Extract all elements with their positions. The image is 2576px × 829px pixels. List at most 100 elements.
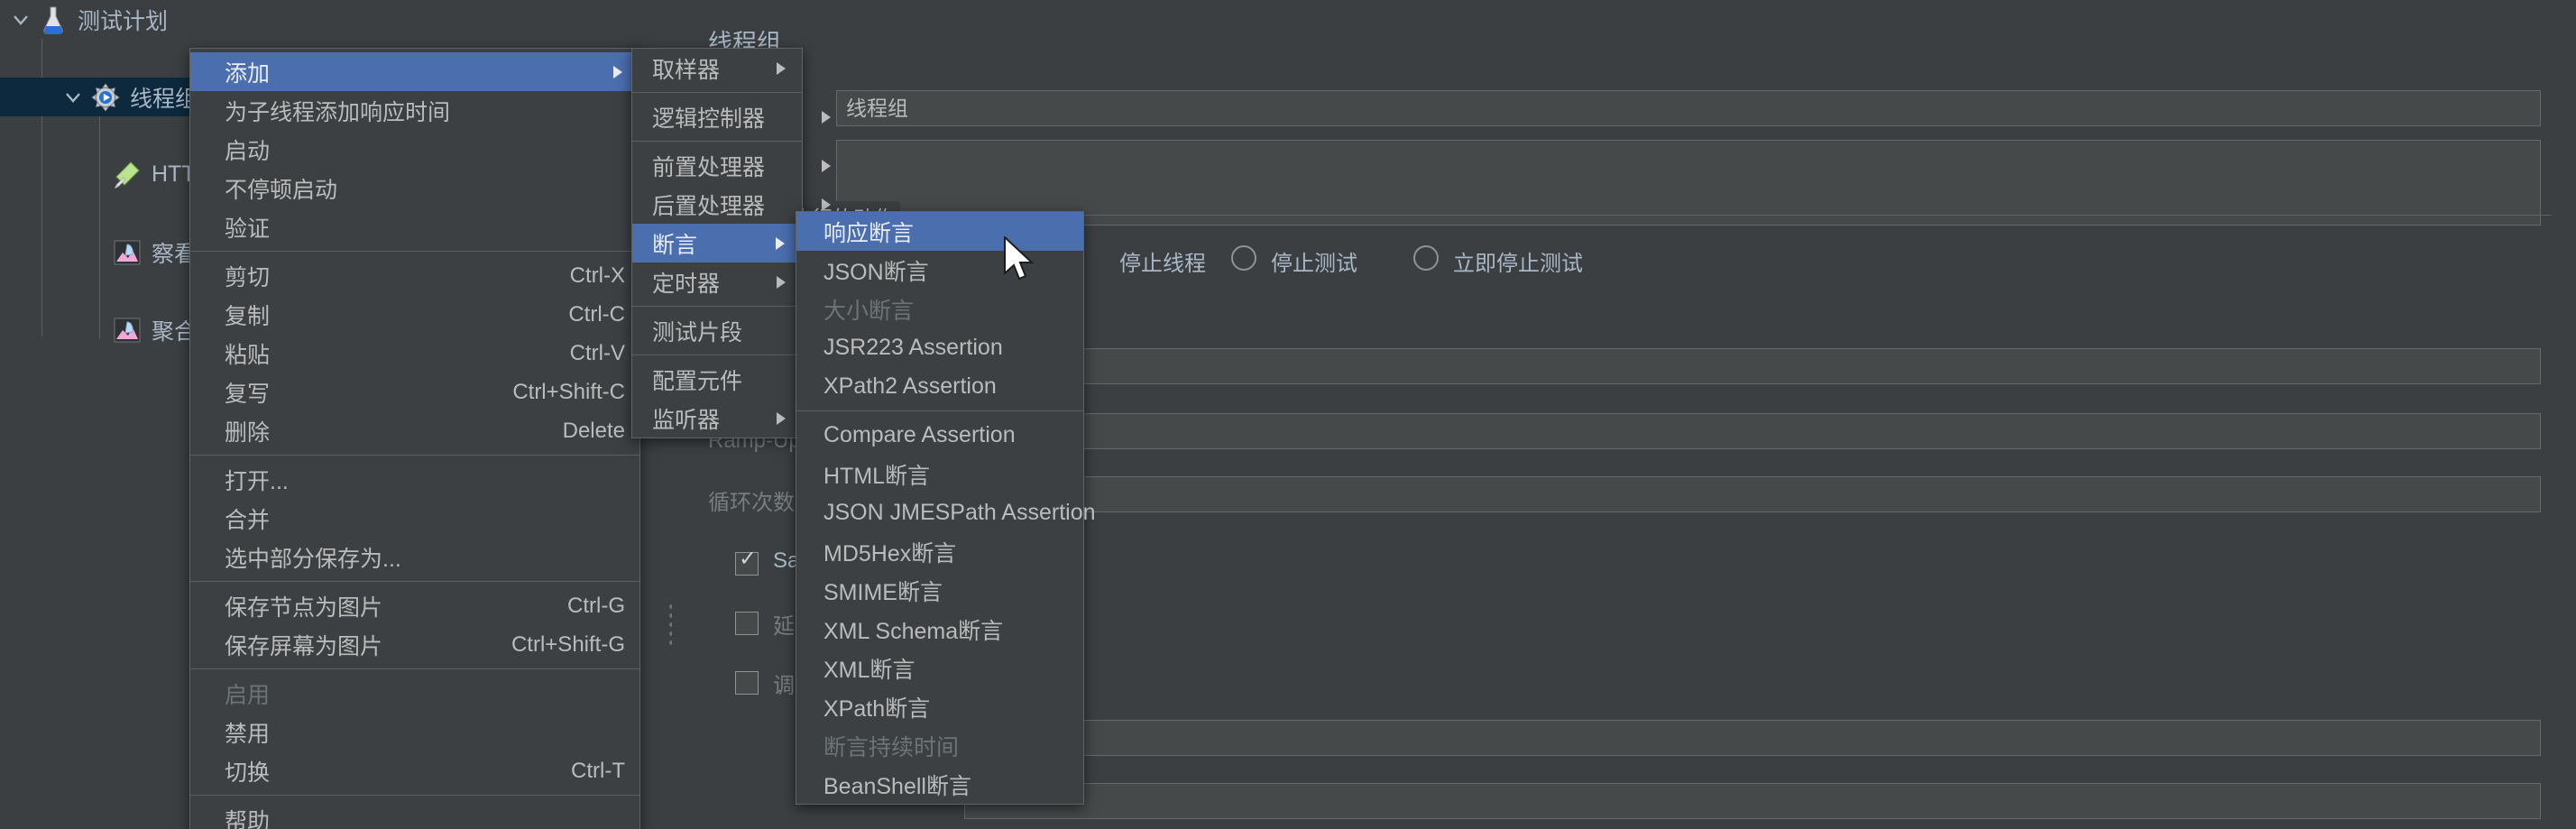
thread-count-input[interactable] <box>964 348 2541 384</box>
tree-node-test-plan[interactable]: 测试计划 <box>0 0 670 39</box>
submenu-item-listener[interactable]: 监听器 <box>632 399 802 438</box>
http-sampler-icon <box>110 158 144 192</box>
thread-group-icon <box>88 80 123 115</box>
checkbox-delay-thread-creation[interactable] <box>735 612 759 635</box>
assertion-item-xpath2-assertion[interactable]: XPath2 Assertion <box>796 367 1083 406</box>
assertion-item-xml-assertion[interactable]: XML断言 <box>796 649 1083 687</box>
menu-item-paste[interactable]: 粘贴 Ctrl-V <box>190 334 639 373</box>
assertion-item-json-jmespath-assertion[interactable]: JSON JMESPath Assertion <box>796 493 1096 532</box>
menu-separator <box>632 92 802 93</box>
assertion-item-compare-assertion[interactable]: Compare Assertion <box>796 416 1083 455</box>
chevron-right-icon <box>819 158 833 174</box>
assertion-item-beanshell-assertion[interactable]: BeanShell断言 <box>796 765 1083 804</box>
menu-separator <box>190 455 639 456</box>
chevron-right-icon <box>819 197 833 213</box>
assertion-item-md5hex-assertion[interactable]: MD5Hex断言 <box>796 532 1083 571</box>
radio-label-stop-thread[interactable]: 停止线程 <box>1119 245 1206 277</box>
app-window: 测试计划 线程组 HTTP 察看 聚合 线程组 线程组 停止线程 停止测试 立即… <box>0 0 2576 829</box>
menu-accel: Ctrl+Shift-G <box>511 631 625 657</box>
chevron-down-icon[interactable] <box>58 78 88 116</box>
menu-separator <box>190 668 639 669</box>
chevron-down-icon[interactable] <box>5 0 36 39</box>
submenu-item-assertion[interactable]: 断言 <box>632 224 802 263</box>
name-input[interactable]: 线程组 <box>836 90 2541 126</box>
menu-item-start[interactable]: 启动 <box>190 130 639 169</box>
submenu-item-test-fragment[interactable]: 测试片段 <box>632 311 809 350</box>
submenu-item-pre-processor[interactable]: 前置处理器 <box>632 146 832 185</box>
menu-item-open[interactable]: 打开... <box>190 460 639 499</box>
assertion-item-duration-assertion: 断言持续时间 <box>823 734 960 760</box>
menu-accel: Ctrl+Shift-C <box>512 379 625 404</box>
menu-accel: Ctrl-G <box>567 593 625 618</box>
chevron-right-icon <box>773 235 787 252</box>
chevron-right-icon <box>611 64 625 80</box>
tree-node-label: 线程组 <box>130 86 198 112</box>
assertion-item-size-assertion: 大小断言 <box>823 298 915 324</box>
menu-item-cut[interactable]: 剪切 Ctrl-X <box>190 256 639 295</box>
comments-input[interactable] <box>836 140 2541 226</box>
menu-item-duplicate[interactable]: 复写 Ctrl+Shift-C <box>190 373 639 411</box>
radio-label-stop-test-now[interactable]: 立即停止测试 <box>1453 245 1583 277</box>
menu-item-disable[interactable]: 禁用 <box>190 713 639 751</box>
menu-separator <box>796 410 1083 411</box>
duration-input[interactable] <box>964 720 2541 756</box>
submenu-item-post-processor[interactable]: 后置处理器 <box>632 185 832 224</box>
chevron-right-icon <box>774 60 788 77</box>
submenu-item-sampler[interactable]: 取样器 <box>632 49 802 88</box>
mouse-pointer-icon <box>1003 235 1039 291</box>
aggregate-report-icon <box>110 313 144 347</box>
menu-item-merge[interactable]: 合并 <box>190 499 639 538</box>
menu-separator <box>190 251 639 252</box>
menu-item-toggle[interactable]: 切换 Ctrl-T <box>190 751 639 790</box>
checkbox-same-user[interactable] <box>735 548 759 576</box>
assertion-submenu[interactable]: 响应断言 JSON断言 大小断言 JSR223 Assertion XPath2… <box>796 211 1096 805</box>
checkbox-scheduler[interactable] <box>735 671 759 695</box>
menu-accel: Ctrl-V <box>569 340 625 365</box>
assertion-item-response-assertion[interactable]: 响应断言 <box>796 212 1083 251</box>
menu-separator <box>190 795 639 796</box>
menu-item-enable: 启用 <box>225 682 271 708</box>
menu-separator <box>190 581 639 582</box>
loop-count-input[interactable] <box>964 476 2541 512</box>
menu-item-save-screen-as-image[interactable]: 保存屏幕为图片 Ctrl+Shift-G <box>190 625 639 664</box>
assertion-item-xml-schema-assertion[interactable]: XML Schema断言 <box>796 610 1083 649</box>
tree-guide-line <box>99 78 100 339</box>
radio-stop-test-now[interactable] <box>1413 245 1439 271</box>
menu-item-add-response-time-for-child[interactable]: 为子线程添加响应时间 <box>190 91 639 130</box>
menu-item-help[interactable]: 帮助 <box>190 800 639 829</box>
radio-label-stop-test[interactable]: 停止测试 <box>1271 245 1357 277</box>
menu-item-add[interactable]: 添加 <box>190 52 639 91</box>
add-submenu[interactable]: 取样器 逻辑控制器 前置处理器 后置处理器 断言 定时器 测试片段 配置元件 监… <box>631 48 832 438</box>
view-results-tree-icon <box>110 235 144 270</box>
menu-accel: Ctrl-C <box>568 301 625 327</box>
chevron-right-icon <box>774 274 788 290</box>
menu-item-save-node-as-image[interactable]: 保存节点为图片 Ctrl-G <box>190 586 639 625</box>
menu-accel: Ctrl-T <box>571 758 625 783</box>
menu-separator <box>632 306 802 307</box>
menu-accel: Delete <box>562 418 625 443</box>
menu-separator <box>632 141 802 142</box>
submenu-item-config-element[interactable]: 配置元件 <box>632 360 809 399</box>
test-plan-icon <box>36 3 70 37</box>
assertion-item-jsr223-assertion[interactable]: JSR223 Assertion <box>796 328 1083 367</box>
ramp-up-input[interactable] <box>964 413 2541 449</box>
assertion-item-smime-assertion[interactable]: SMIME断言 <box>796 571 1083 610</box>
submenu-item-timer[interactable]: 定时器 <box>632 263 802 301</box>
chevron-right-icon <box>774 410 788 427</box>
menu-accel: Ctrl-X <box>569 263 625 288</box>
menu-item-start-no-pause[interactable]: 不停顿启动 <box>190 169 639 207</box>
submenu-item-logic-controller[interactable]: 逻辑控制器 <box>632 97 832 136</box>
menu-item-copy[interactable]: 复制 Ctrl-C <box>190 295 639 334</box>
loop-count-label: 循环次数 <box>708 491 795 515</box>
chevron-right-icon <box>819 109 833 125</box>
menu-item-save-selection-as[interactable]: 选中部分保存为... <box>190 538 639 576</box>
radio-stop-test[interactable] <box>1231 245 1256 271</box>
tree-node-label: 测试计划 <box>78 8 169 34</box>
context-menu[interactable]: 添加 为子线程添加响应时间 启动 不停顿启动 验证 剪切 Ctrl-X 复制 C… <box>189 48 640 829</box>
assertion-item-json-assertion[interactable]: JSON断言 <box>796 251 1083 290</box>
menu-item-delete[interactable]: 删除 Delete <box>190 411 639 450</box>
menu-item-validate[interactable]: 验证 <box>190 207 639 246</box>
assertion-item-html-assertion[interactable]: HTML断言 <box>796 455 1083 493</box>
startup-delay-input[interactable] <box>964 783 2541 819</box>
assertion-item-xpath-assertion[interactable]: XPath断言 <box>796 687 1083 726</box>
